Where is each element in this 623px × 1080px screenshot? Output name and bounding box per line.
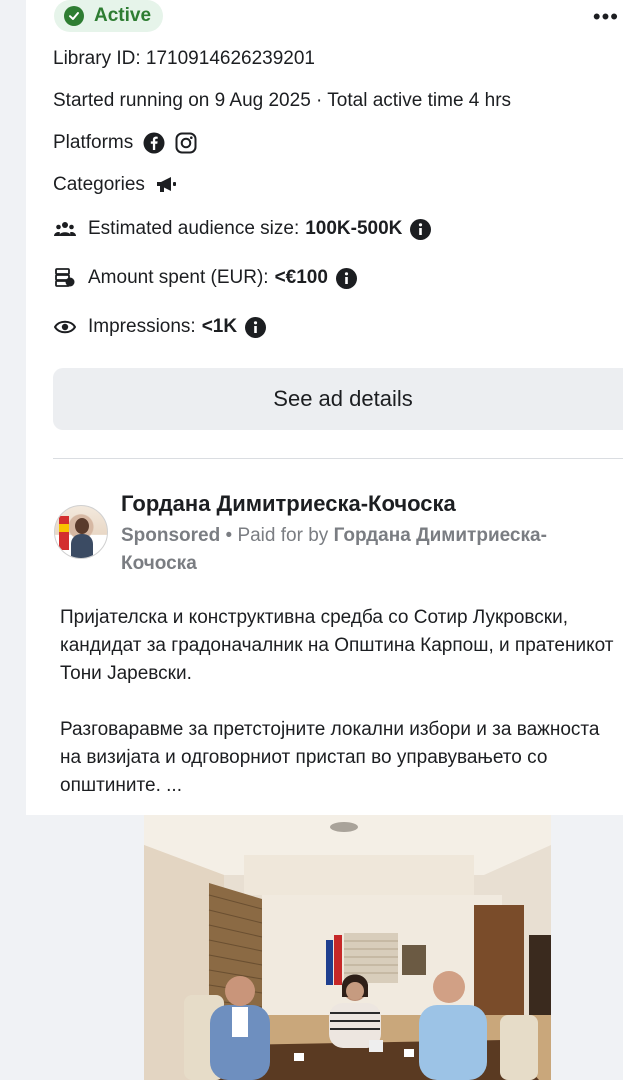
info-icon[interactable] (335, 267, 357, 289)
impressions-row: Impressions: <1K (53, 316, 267, 338)
platforms-row: Platforms (53, 132, 197, 154)
audience-label: Estimated audience size: (88, 218, 300, 239)
info-icon[interactable] (245, 316, 267, 338)
see-ad-details-button[interactable]: See ad details (53, 368, 623, 430)
divider (53, 458, 623, 459)
platforms-label: Platforms (53, 132, 134, 153)
advertiser-avatar[interactable] (54, 505, 108, 559)
library-id: Library ID: 1710914626239201 (53, 48, 315, 69)
ad-body-text: Пријателска и конструктивна средба со Со… (60, 604, 623, 828)
impressions-label: Impressions: (88, 316, 196, 337)
more-options-icon[interactable]: ••• (593, 6, 619, 28)
avatar-person-head (75, 518, 89, 534)
status-badge: Active (54, 0, 164, 32)
ad-card: Active ••• Library ID: 1710914626239201 … (26, 0, 623, 1080)
avatar-person-body (71, 534, 93, 558)
impressions-value: <1K (201, 316, 238, 337)
status-label: Active (94, 5, 152, 26)
info-icon[interactable] (410, 218, 432, 240)
megaphone-icon (155, 175, 179, 195)
spent-row: Amount spent (EUR): <€100 (53, 267, 357, 289)
sponsored-label: Sponsored (121, 525, 221, 546)
audience-row: Estimated audience size: 100K-500K (53, 218, 432, 240)
money-stack-icon (53, 267, 77, 289)
body-paragraph-1: Пријателска и конструктивна средба со Со… (60, 607, 614, 684)
sponsored-line: Sponsored • Paid for by Гордана Димитрие… (121, 522, 601, 578)
spent-value: <€100 (274, 267, 328, 288)
people-icon (53, 221, 77, 237)
audience-value: 100K-500K (305, 218, 403, 239)
spent-label: Amount spent (EUR): (88, 267, 269, 288)
paid-for-by-label: • Paid for by (220, 525, 334, 546)
instagram-icon (175, 132, 197, 154)
body-paragraph-2: Разговаравме за претстојните локални изб… (60, 719, 600, 796)
facebook-icon (143, 132, 165, 154)
run-info: Started running on 9 Aug 2025 · Total ac… (53, 90, 512, 111)
flag-graphic (59, 516, 69, 550)
categories-row: Categories (53, 174, 179, 196)
eye-icon (53, 320, 77, 334)
categories-label: Categories (53, 174, 145, 195)
check-circle-icon (64, 6, 84, 26)
flag-sun-graphic (59, 524, 69, 532)
ad-media (26, 815, 623, 1080)
ad-photo[interactable] (144, 815, 551, 1080)
advertiser-name[interactable]: Гордана Димитриеска-Кочоска (121, 491, 456, 517)
